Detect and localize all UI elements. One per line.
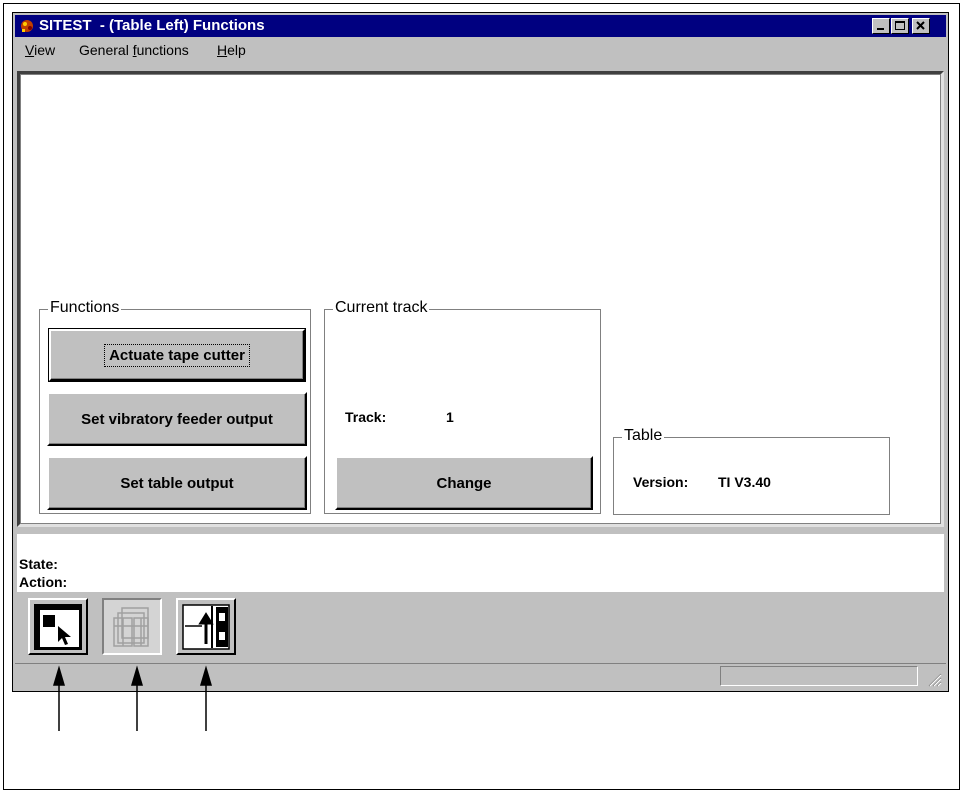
main-window: SITEST - (Table Left) Functions View Gen…	[12, 12, 949, 692]
actuate-tape-cutter-label: Actuate tape cutter	[104, 343, 250, 367]
select-pointer-icon	[34, 604, 82, 650]
set-vibratory-feeder-output-button[interactable]: Set vibratory feeder output	[47, 392, 307, 446]
track-change-icon	[182, 604, 230, 650]
functions-group: Functions Actuate tape cutter Set vibrat…	[39, 299, 311, 514]
toolbar	[13, 595, 948, 655]
menu-general-functions[interactable]: General functions	[79, 42, 189, 58]
status-bar	[15, 663, 946, 690]
resize-grip-icon[interactable]	[928, 673, 942, 687]
action-label: Action:	[19, 574, 68, 590]
table-group: Table Version: TI V3.40	[613, 427, 890, 515]
track-tool-button[interactable]	[176, 598, 236, 655]
version-value: TI V3.40	[718, 474, 771, 490]
functions-group-title: Functions	[48, 299, 122, 317]
table-group-title: Table	[622, 427, 665, 445]
change-track-button[interactable]: Change	[335, 456, 593, 510]
maximize-icon	[895, 21, 905, 30]
status-panel	[720, 666, 918, 686]
windows-tool-button[interactable]	[102, 598, 162, 655]
title-bar[interactable]: SITEST - (Table Left) Functions	[15, 15, 946, 37]
minimize-button[interactable]	[872, 18, 890, 34]
status-area: State: Action:	[17, 534, 944, 592]
window-title: SITEST - (Table Left) Functions	[39, 17, 265, 34]
actuate-tape-cutter-button[interactable]: Actuate tape cutter	[48, 328, 306, 382]
track-label: Track:	[345, 409, 387, 425]
current-track-group: Current track Track: 1 Change	[324, 299, 601, 514]
select-tool-button[interactable]	[28, 598, 88, 655]
menu-view[interactable]: View	[25, 42, 55, 58]
multi-window-icon	[113, 607, 149, 647]
track-value: 1	[446, 409, 454, 425]
set-table-output-button[interactable]: Set table output	[47, 456, 307, 510]
maximize-button[interactable]	[891, 18, 909, 34]
functions-panel: Functions Actuate tape cutter Set vibrat…	[17, 71, 944, 527]
menu-help[interactable]: Help	[217, 42, 246, 58]
current-track-group-title: Current track	[333, 299, 430, 317]
close-icon	[916, 21, 925, 30]
menu-bar: View General functions Help	[15, 40, 946, 60]
state-label: State:	[19, 556, 58, 572]
app-icon[interactable]	[19, 17, 36, 34]
minimize-icon	[877, 28, 884, 30]
version-label: Version:	[633, 474, 689, 490]
close-button[interactable]	[912, 18, 930, 34]
